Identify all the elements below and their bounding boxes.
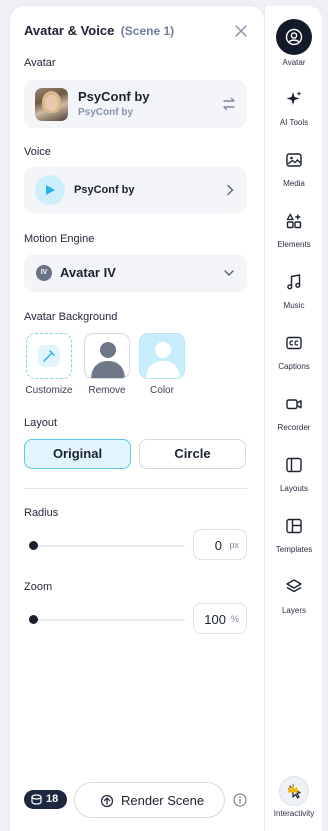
divider	[24, 488, 247, 489]
person-silhouette-icon	[91, 342, 125, 378]
play-icon	[46, 185, 55, 195]
radius-slider-handle[interactable]	[29, 541, 38, 550]
zoom-slider-handle[interactable]	[29, 615, 38, 624]
music-icon	[287, 274, 301, 290]
close-icon[interactable]	[232, 22, 250, 40]
play-voice-button[interactable]	[35, 175, 65, 205]
chevron-right-icon	[227, 184, 234, 196]
background-section-label: Avatar Background	[24, 311, 118, 323]
render-icon	[100, 794, 114, 808]
rail-item-layouts[interactable]: Layouts	[265, 456, 323, 493]
rail-label: Media	[283, 179, 305, 188]
render-scene-label: Render Scene	[121, 793, 205, 808]
bg-option-remove[interactable]: Remove	[82, 333, 132, 396]
color-tile[interactable]	[139, 333, 185, 379]
radius-input[interactable]: 0 px	[193, 529, 247, 560]
swap-icon[interactable]	[221, 96, 237, 112]
tool-rail: Avatar AI Tools Media Elements Music Cap…	[264, 6, 322, 831]
avatar-section-label: Avatar	[24, 57, 56, 69]
voice-selector[interactable]: PsyConf by	[24, 167, 247, 213]
voice-section-label: Voice	[24, 146, 51, 158]
layout-circle-button[interactable]: Circle	[139, 439, 246, 469]
motion-engine-value: Avatar IV	[60, 265, 116, 280]
zoom-unit: %	[230, 614, 239, 624]
remove-tile[interactable]	[84, 333, 130, 379]
bg-option-label: Customize	[25, 385, 73, 396]
panel-title: Avatar & Voice	[24, 23, 115, 38]
motion-section-label: Motion Engine	[24, 233, 95, 245]
rail-item-captions[interactable]: Captions	[265, 334, 323, 371]
info-icon[interactable]	[233, 793, 247, 807]
credits-badge: 18	[24, 790, 67, 809]
chevron-down-icon	[224, 270, 234, 276]
coins-icon	[31, 794, 42, 805]
avatar-thumbnail	[35, 88, 68, 121]
radius-slider[interactable]	[29, 545, 185, 547]
layout-icon	[286, 457, 302, 473]
credits-count: 18	[46, 793, 59, 805]
rail-label: Interactivity	[273, 809, 315, 818]
layout-original-button[interactable]: Original	[24, 439, 131, 469]
avatar-voice-panel: Avatar & Voice (Scene 1) Avatar PsyConf …	[10, 6, 264, 831]
rail-label: Layers	[281, 606, 306, 615]
rail-label: Music	[283, 301, 305, 310]
rail-label: AI Tools	[279, 118, 309, 127]
customize-tile[interactable]	[26, 333, 72, 379]
bg-option-customize[interactable]: Customize	[24, 333, 74, 396]
captions-icon	[286, 336, 302, 350]
rail-item-elements[interactable]: Elements	[265, 212, 323, 249]
bg-option-label: Remove	[88, 385, 126, 396]
rail-label: Templates	[275, 545, 313, 554]
radius-label: Radius	[24, 507, 59, 519]
motion-engine-select[interactable]: IV Avatar IV	[24, 254, 247, 292]
avatar-icon	[285, 28, 303, 46]
rail-item-interactivity[interactable]: Interactivity	[265, 776, 323, 818]
layers-icon	[286, 579, 302, 593]
zoom-slider[interactable]	[29, 619, 185, 621]
rail-label: Recorder	[277, 423, 311, 432]
avatar-selector[interactable]: PsyConf by PsyConf by	[24, 80, 247, 128]
video-camera-icon	[286, 399, 302, 410]
radius-value: 0	[214, 538, 222, 553]
scene-label: (Scene 1)	[120, 24, 175, 38]
rail-item-music[interactable]: Music	[265, 273, 323, 310]
rail-label: Captions	[278, 362, 310, 371]
shapes-icon	[286, 213, 302, 229]
bg-option-color[interactable]: Color	[137, 333, 187, 396]
voice-name: PsyConf by	[74, 184, 135, 196]
bg-option-label: Color	[150, 385, 174, 396]
avatar-name: PsyConf by	[78, 89, 150, 104]
rail-item-recorder[interactable]: Recorder	[265, 395, 323, 432]
avatar-subtitle: PsyConf by	[78, 107, 134, 118]
zoom-value: 100	[204, 612, 226, 627]
rail-item-ai-tools[interactable]: AI Tools	[265, 90, 323, 127]
zoom-label: Zoom	[24, 581, 53, 593]
template-icon	[286, 518, 302, 534]
rail-item-avatar[interactable]: Avatar	[265, 19, 323, 67]
premium-crown-icon	[288, 785, 298, 793]
render-scene-button[interactable]: Render Scene	[74, 782, 225, 818]
zoom-input[interactable]: 100 %	[193, 603, 247, 634]
person-silhouette-icon	[146, 342, 180, 378]
radius-unit: px	[229, 540, 239, 550]
rail-item-layers[interactable]: Layers	[265, 578, 323, 615]
image-icon	[286, 153, 302, 167]
rail-item-templates[interactable]: Templates	[265, 517, 323, 554]
rail-item-media[interactable]: Media	[265, 151, 323, 188]
wand-icon	[43, 350, 55, 362]
panel-header: Avatar & Voice (Scene 1)	[24, 22, 250, 42]
motion-engine-badge: IV	[36, 265, 52, 281]
rail-label: Elements	[277, 240, 311, 249]
rail-label: Avatar	[282, 58, 306, 67]
sparkles-icon	[286, 91, 302, 105]
layout-section-label: Layout	[24, 417, 58, 429]
rail-label: Layouts	[279, 484, 309, 493]
